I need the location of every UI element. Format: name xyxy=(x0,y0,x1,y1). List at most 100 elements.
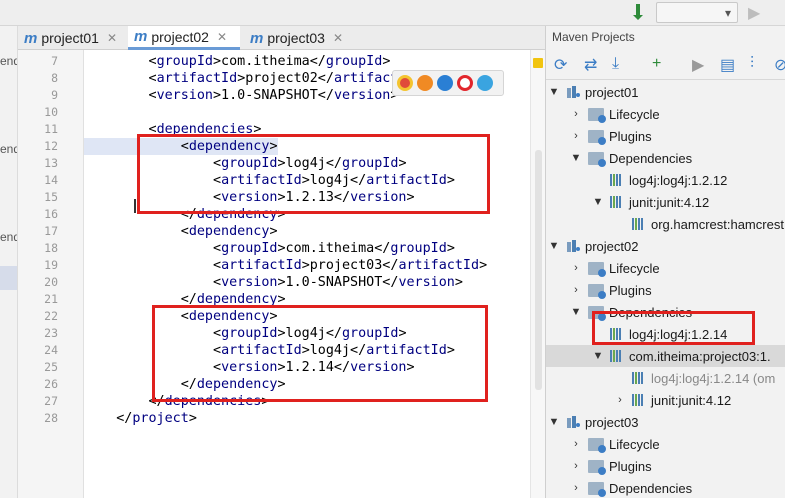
line-number: 27 xyxy=(44,394,58,408)
tree-item-plugins[interactable]: › Plugins xyxy=(546,455,785,477)
safari-icon[interactable] xyxy=(437,75,453,91)
line-number: 26 xyxy=(44,377,58,391)
panel-title: Maven Projects xyxy=(552,30,635,44)
annotation-box-maven-log4j xyxy=(592,311,755,345)
chevron-right-icon[interactable]: › xyxy=(570,460,582,472)
chevron-down-icon[interactable]: ▼ xyxy=(548,416,560,428)
run-icon[interactable]: ▶ xyxy=(748,3,760,23)
tree-item-dependencies[interactable]: › Dependencies xyxy=(546,477,785,499)
code-line: <groupId>com.itheima</groupId> xyxy=(84,241,455,256)
chevron-right-icon[interactable]: › xyxy=(570,262,582,274)
close-icon[interactable]: ✕ xyxy=(217,30,227,44)
tab-project03[interactable]: m project03 ✕ xyxy=(244,26,352,50)
chevron-right-icon[interactable]: › xyxy=(570,130,582,142)
chevron-right-icon[interactable]: › xyxy=(570,482,582,494)
skip-tests-icon[interactable]: ⊘ xyxy=(774,55,785,75)
tree-item-label: log4j:log4j:1.2.14 (om xyxy=(651,370,776,386)
selected-row-highlight xyxy=(0,266,17,290)
chevron-down-icon[interactable]: ▼ xyxy=(570,306,582,318)
code-line: <version>1.0-SNAPSHOT</version> xyxy=(84,88,398,103)
code-editor[interactable]: <groupId>com.itheima</groupId> <artifact… xyxy=(84,50,530,498)
chevron-right-icon[interactable]: › xyxy=(614,394,626,406)
opera-icon[interactable] xyxy=(457,75,473,91)
tree-item-plugins[interactable]: › Plugins xyxy=(546,125,785,147)
run-icon[interactable]: ▶ xyxy=(692,55,704,75)
download-icon[interactable]: ⤓ xyxy=(612,55,619,73)
line-number: 19 xyxy=(44,258,58,272)
folder-gear-icon xyxy=(588,151,606,167)
line-number: 21 xyxy=(44,292,58,306)
tree-item-label: Lifecycle xyxy=(609,436,660,452)
project-panel-strip: endi endi endi xyxy=(0,26,18,498)
update-arrow-icon[interactable] xyxy=(632,3,646,21)
code-line: <groupId>com.itheima</groupId> xyxy=(84,54,391,69)
maven-project-icon xyxy=(566,85,580,99)
chevron-right-icon[interactable]: › xyxy=(570,438,582,450)
run-config-icon[interactable]: ▤ xyxy=(720,55,735,75)
line-number: 22 xyxy=(44,309,58,323)
chevron-down-icon[interactable]: ▼ xyxy=(592,350,604,362)
chevron-down-icon[interactable]: ▼ xyxy=(570,152,582,164)
tree-item-lifecycle[interactable]: › Lifecycle xyxy=(546,103,785,125)
refresh-icon[interactable]: ⟳ xyxy=(554,55,567,75)
editor-scrollbar[interactable] xyxy=(530,50,545,498)
line-number: 17 xyxy=(44,224,58,238)
tree-item-dependency[interactable]: log4j:log4j:1.2.12 xyxy=(546,169,785,191)
tree-item-dependency[interactable]: ▼ junit:junit:4.12 xyxy=(546,191,785,213)
line-number: 9 xyxy=(51,88,58,102)
tree-item-dependencies[interactable]: ▼ Dependencies xyxy=(546,147,785,169)
tree-item-label: Dependencies xyxy=(609,150,693,166)
tree-item-label: junit:junit:4.12 xyxy=(651,392,732,408)
library-icon xyxy=(610,174,624,186)
tree-item-label: project02 xyxy=(585,238,639,254)
maven-projects-panel: Maven Projects ⟳ ⇄ ⤓ + ▶ ▤ ⫶ ⊘ ▼ project… xyxy=(545,26,785,498)
library-icon xyxy=(632,218,646,230)
tree-item-project03[interactable]: ▼ project03 xyxy=(546,411,785,433)
chevron-down-icon[interactable]: ▼ xyxy=(592,196,604,208)
tab-project02[interactable]: m project02 ✕ xyxy=(128,26,240,50)
tree-item-project01[interactable]: ▼ project01 xyxy=(546,81,785,103)
chevron-down-icon[interactable]: ▼ xyxy=(548,86,560,98)
chevron-right-icon[interactable]: › xyxy=(570,284,582,296)
tab-project01[interactable]: m project01 ✕ xyxy=(18,26,124,50)
line-number: 8 xyxy=(51,71,58,85)
folder-gear-icon xyxy=(588,107,606,123)
tree-item-project02[interactable]: ▼ project02 xyxy=(546,235,785,257)
firefox-icon[interactable] xyxy=(417,75,433,91)
line-number-gutter: 7 8 9 10 11 12 13 14 15 16 17 18 19 20 2… xyxy=(18,50,105,498)
tree-item-label: Dependencies xyxy=(609,480,693,496)
library-icon xyxy=(610,350,624,362)
tree-item-dependency[interactable]: › junit:junit:4.12 xyxy=(546,389,785,411)
tree-item-lifecycle[interactable]: › Lifecycle xyxy=(546,257,785,279)
tree-item-dependency-omitted[interactable]: log4j:log4j:1.2.14 (om xyxy=(546,367,785,389)
tree-item-dependency-selected[interactable]: ▼ com.itheima:project03:1. xyxy=(546,345,785,367)
tree-item-label: project03 xyxy=(585,414,639,430)
line-number: 23 xyxy=(44,326,58,340)
tree-item-dependency[interactable]: org.hamcrest:hamcrest xyxy=(546,213,785,235)
tree-item-plugins[interactable]: › Plugins xyxy=(546,279,785,301)
chrome-icon[interactable] xyxy=(397,75,413,91)
close-icon[interactable]: ✕ xyxy=(107,31,117,45)
tab-label: project02 xyxy=(151,28,209,45)
code-line: <dependency> xyxy=(84,224,278,239)
line-number: 15 xyxy=(44,190,58,204)
warning-marker-icon[interactable] xyxy=(533,58,543,68)
line-number: 25 xyxy=(44,360,58,374)
ie-icon[interactable] xyxy=(477,75,493,91)
tree-item-lifecycle[interactable]: › Lifecycle xyxy=(546,433,785,455)
maven-m-icon: m xyxy=(250,29,264,47)
code-line: <artifactId>project03</artifactId> xyxy=(84,258,488,273)
line-number: 12 xyxy=(44,139,58,153)
generate-sources-icon[interactable]: ⇄ xyxy=(584,55,597,75)
chevron-down-icon[interactable]: ▼ xyxy=(548,240,560,252)
add-icon[interactable]: + xyxy=(652,55,661,73)
scroll-thumb[interactable] xyxy=(535,150,542,390)
chevron-right-icon[interactable]: › xyxy=(570,108,582,120)
library-icon xyxy=(632,372,646,384)
tree-item-label: com.itheima:project03:1. xyxy=(629,348,771,364)
library-icon xyxy=(610,196,624,208)
run-config-dropdown[interactable]: ▾ xyxy=(656,2,738,23)
close-icon[interactable]: ✕ xyxy=(333,31,343,45)
toggle-offline-icon[interactable]: ⫶ xyxy=(750,55,754,73)
project-tree-fragment: endi xyxy=(0,142,17,156)
